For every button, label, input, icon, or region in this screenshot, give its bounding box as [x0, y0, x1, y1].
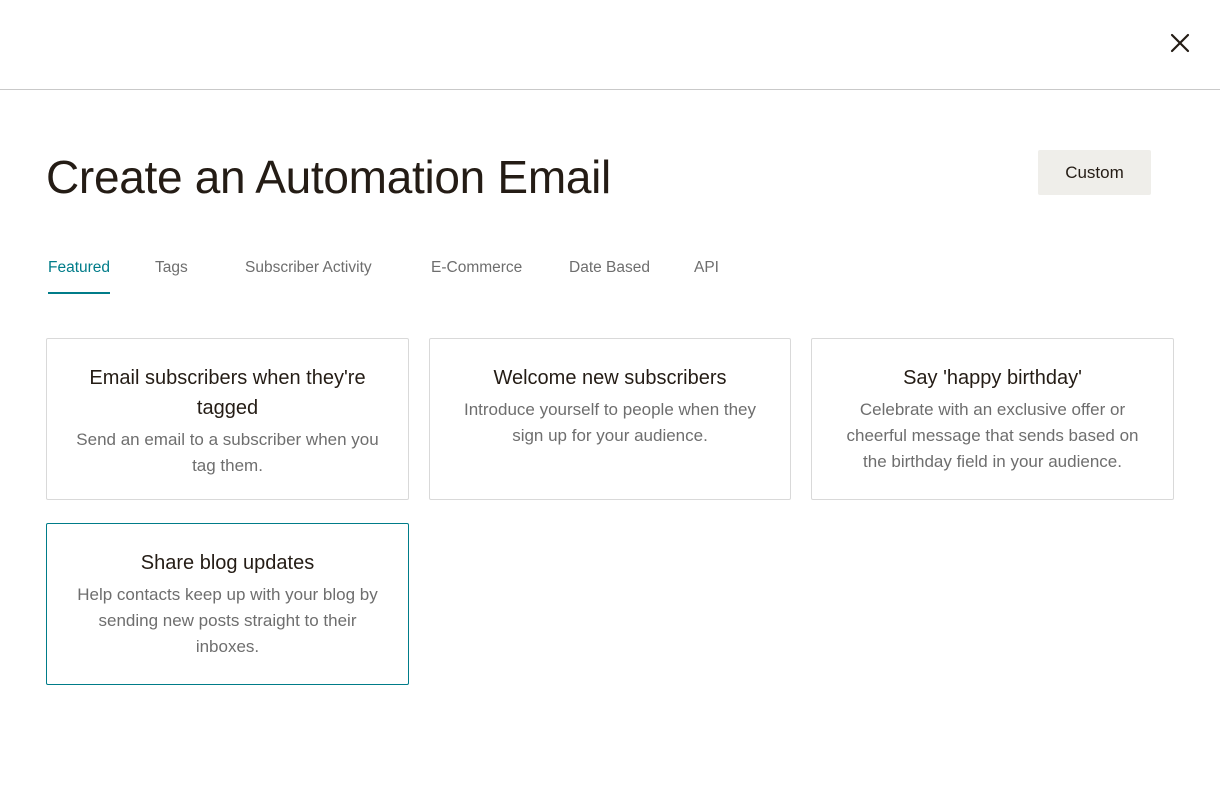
- card-welcome-new-subscribers[interactable]: Welcome new subscribers Introduce yourse…: [429, 338, 791, 500]
- card-title: Welcome new subscribers: [493, 367, 727, 389]
- close-button[interactable]: [1164, 28, 1196, 60]
- page-title: Create an Automation Email: [46, 151, 611, 203]
- tab-date-based[interactable]: Date Based: [569, 256, 650, 294]
- card-title: Share blog updates: [140, 552, 315, 574]
- tab-api[interactable]: API: [694, 256, 719, 294]
- modal-header: [0, 0, 1220, 90]
- card-email-subscribers-tagged[interactable]: Email subscribers when they're tagged Se…: [46, 338, 409, 500]
- card-title: Say 'happy birthday': [903, 367, 1082, 389]
- tab-featured[interactable]: Featured: [48, 256, 111, 294]
- close-icon: [1170, 33, 1190, 53]
- card-happy-birthday[interactable]: Say 'happy birthday' Celebrate with an e…: [811, 338, 1174, 500]
- tab-tags[interactable]: Tags: [155, 256, 188, 294]
- tab-e-commerce[interactable]: E-Commerce: [431, 256, 522, 294]
- card-description: Send an email to a subscriber when you t…: [76, 430, 379, 475]
- card-description: Introduce yourself to people when they s…: [463, 400, 757, 445]
- custom-button[interactable]: Custom: [1038, 150, 1151, 195]
- card-description: Help contacts keep up with your blog by …: [77, 585, 378, 656]
- tab-subscriber-activity[interactable]: Subscriber Activity: [245, 256, 372, 294]
- card-title: Email subscribers when they're tagged: [89, 367, 366, 419]
- card-description: Celebrate with an exclusive offer or che…: [846, 400, 1139, 471]
- card-share-blog-updates[interactable]: Share blog updates Help contacts keep up…: [46, 523, 409, 685]
